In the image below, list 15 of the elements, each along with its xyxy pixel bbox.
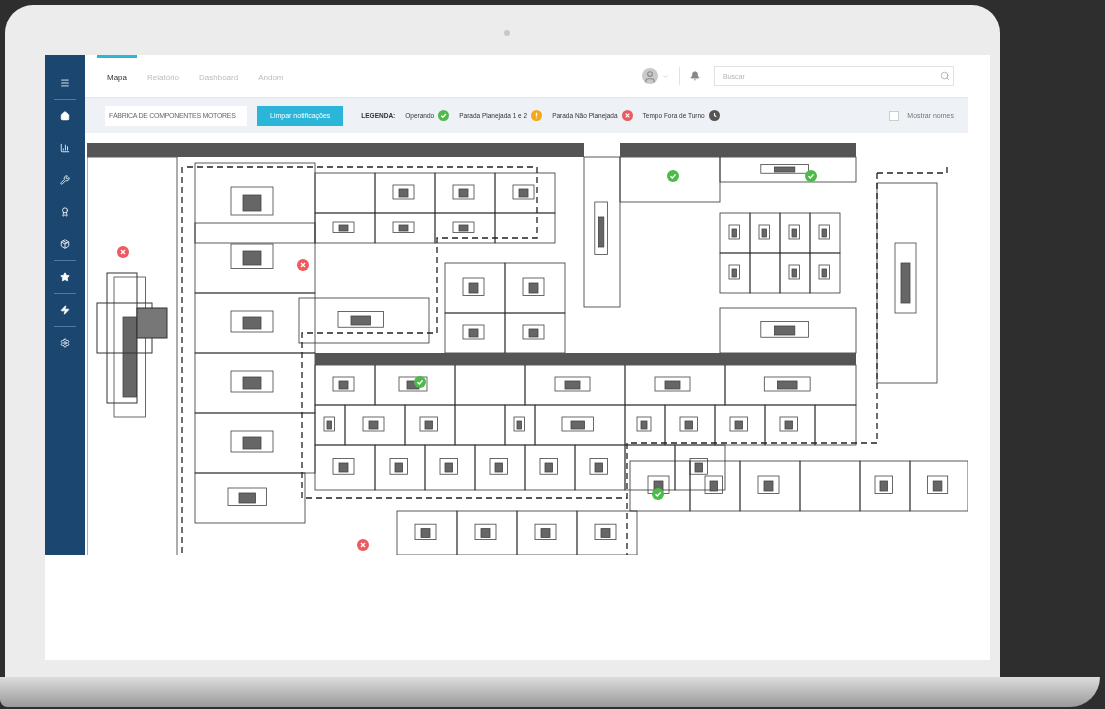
nav-tab[interactable]: Relatório [137, 55, 190, 97]
machine-status-icon [357, 539, 369, 551]
nav-tab[interactable]: Dashboard [189, 55, 249, 97]
machine-status-icon [117, 246, 129, 258]
machine-cell-drawing [396, 510, 458, 555]
machine-cell-drawing [576, 510, 638, 555]
nav-tab[interactable]: Andom [248, 55, 294, 97]
bell-icon[interactable] [690, 71, 700, 81]
machine-cell-drawing [909, 460, 968, 512]
user-avatar-icon[interactable] [642, 68, 658, 84]
machine-cell-drawing [516, 510, 578, 555]
show-names-checkbox[interactable] [889, 110, 900, 121]
search-icon[interactable] [940, 71, 950, 81]
machine-cell-drawing [456, 510, 518, 555]
camera-dot [504, 30, 510, 36]
